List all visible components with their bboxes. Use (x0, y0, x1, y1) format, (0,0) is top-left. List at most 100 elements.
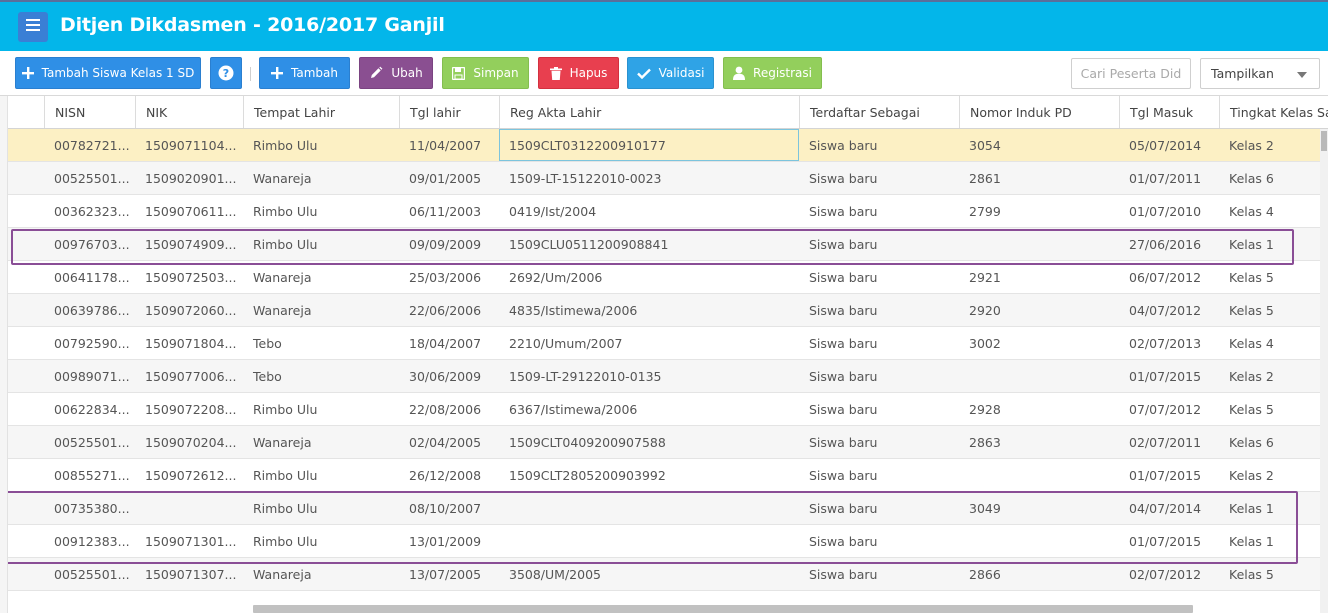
cell-tgl-masuk[interactable]: 02/07/2011 (1119, 426, 1219, 458)
table-row[interactable]: 00735380... Rimbo Ulu 08/10/2007 Siswa baru… (8, 492, 1320, 525)
cell-tgl-masuk[interactable]: 01/07/2015 (1119, 360, 1219, 392)
table-row[interactable]: 00976703... 1509074909... Rimbo Ulu 09/09/2… (8, 228, 1320, 261)
cell-nik[interactable]: 1509071301... (135, 525, 243, 557)
cell-nisn[interactable]: 00641178... (44, 261, 135, 293)
column-header-tgl-lahir[interactable]: Tgl lahir (399, 96, 499, 128)
cell-nisn[interactable]: 00622834... (44, 393, 135, 425)
cell-terdaftar-sebagai[interactable]: Siswa baru (799, 162, 959, 194)
cell-nisn[interactable]: 00855271... (44, 459, 135, 491)
column-header-nik[interactable]: NIK (135, 96, 243, 128)
cell-tgl-lahir[interactable]: 26/12/2008 (399, 459, 499, 491)
cell-tingkat-kelas[interactable]: Kelas 4 (1219, 195, 1328, 227)
cell-tgl-masuk[interactable]: 02/07/2013 (1119, 327, 1219, 359)
table-row[interactable]: 00639786... 1509072060... Wanareja 22/06/20… (8, 294, 1320, 327)
cell-terdaftar-sebagai[interactable]: Siswa baru (799, 360, 959, 392)
column-header-tingkat-kelas[interactable]: Tingkat Kelas Saa (1219, 96, 1328, 128)
cell-tgl-lahir[interactable]: 25/03/2006 (399, 261, 499, 293)
cell-tempat-lahir[interactable]: Rimbo Ulu (243, 492, 399, 524)
table-row[interactable]: 00525501... 1509071307... Wanareja 13/07/20… (8, 558, 1320, 591)
cell-terdaftar-sebagai[interactable]: Siswa baru (799, 426, 959, 458)
table-row[interactable]: 00525501... 1509020901... Wanareja 09/01/20… (8, 162, 1320, 195)
cell-terdaftar-sebagai[interactable]: Siswa baru (799, 525, 959, 557)
cell-nisn[interactable]: 00735380... (44, 492, 135, 524)
cell-tgl-masuk[interactable]: 02/07/2012 (1119, 558, 1219, 590)
cell-nik[interactable]: 1509071804... (135, 327, 243, 359)
table-row[interactable]: 00525501... 1509070204... Wanareja 02/04/20… (8, 426, 1320, 459)
cell-nik[interactable]: 1509077006... (135, 360, 243, 392)
cell-nomor-induk-pd[interactable]: 2863 (959, 426, 1119, 458)
cell-nik[interactable]: 1509020901... (135, 162, 243, 194)
display-select[interactable]: Tampilkan (1200, 58, 1320, 89)
delete-button[interactable]: Hapus (538, 57, 619, 89)
cell-nik[interactable]: 1509070204... (135, 426, 243, 458)
cell-tempat-lahir[interactable]: Wanareja (243, 261, 399, 293)
cell-terdaftar-sebagai[interactable]: Siswa baru (799, 558, 959, 590)
cell-nomor-induk-pd[interactable] (959, 525, 1119, 557)
table-row[interactable]: 00362323... 1509070611... Rimbo Ulu 06/11/2… (8, 195, 1320, 228)
cell-nisn[interactable]: 00989071... (44, 360, 135, 392)
cell-nomor-induk-pd[interactable]: 2866 (959, 558, 1119, 590)
cell-tingkat-kelas[interactable]: Kelas 6 (1219, 426, 1328, 458)
cell-terdaftar-sebagai[interactable]: Siswa baru (799, 327, 959, 359)
search-input[interactable]: Cari Peserta Did (1071, 58, 1191, 89)
table-row[interactable]: 00641178... 1509072503... Wanareja 25/03/20… (8, 261, 1320, 294)
table-row[interactable]: 00855271... 1509072612... Rimbo Ulu 26/12/2… (8, 459, 1320, 492)
cell-nomor-induk-pd[interactable] (959, 228, 1119, 260)
column-header-nomor-induk-pd[interactable]: Nomor Induk PD (959, 96, 1119, 128)
save-button[interactable]: Simpan (442, 57, 529, 89)
cell-nik[interactable]: 1509072208... (135, 393, 243, 425)
horizontal-scrollbar[interactable] (253, 605, 1193, 613)
cell-nomor-induk-pd[interactable] (959, 360, 1119, 392)
cell-tingkat-kelas[interactable]: Kelas 1 (1219, 228, 1328, 260)
cell-tgl-masuk[interactable]: 27/06/2016 (1119, 228, 1219, 260)
cell-terdaftar-sebagai[interactable]: Siswa baru (799, 492, 959, 524)
cell-tingkat-kelas[interactable]: Kelas 5 (1219, 393, 1328, 425)
cell-nik[interactable]: 1509070611... (135, 195, 243, 227)
cell-reg-akta-lahir[interactable]: 3508/UM/2005 (499, 558, 799, 590)
cell-tgl-lahir[interactable]: 09/09/2009 (399, 228, 499, 260)
cell-tempat-lahir[interactable]: Wanareja (243, 294, 399, 326)
column-header-nisn[interactable]: NISN (44, 96, 135, 128)
cell-tgl-masuk[interactable]: 01/07/2011 (1119, 162, 1219, 194)
cell-tingkat-kelas[interactable]: Kelas 6 (1219, 162, 1328, 194)
cell-nisn[interactable]: 00792590... (44, 327, 135, 359)
cell-tgl-lahir[interactable]: 08/10/2007 (399, 492, 499, 524)
cell-tgl-masuk[interactable]: 01/07/2010 (1119, 195, 1219, 227)
cell-tgl-masuk[interactable]: 07/07/2012 (1119, 393, 1219, 425)
hamburger-menu-button[interactable] (18, 12, 48, 42)
cell-tempat-lahir[interactable]: Rimbo Ulu (243, 459, 399, 491)
cell-nomor-induk-pd[interactable]: 3049 (959, 492, 1119, 524)
cell-tingkat-kelas[interactable]: Kelas 5 (1219, 261, 1328, 293)
cell-terdaftar-sebagai[interactable]: Siswa baru (799, 393, 959, 425)
cell-nisn[interactable]: 00782721... (44, 129, 135, 161)
cell-tingkat-kelas[interactable]: Kelas 1 (1219, 525, 1328, 557)
cell-terdaftar-sebagai[interactable]: Siswa baru (799, 195, 959, 227)
cell-tgl-lahir[interactable]: 06/11/2003 (399, 195, 499, 227)
cell-reg-akta-lahir[interactable]: 2692/Um/2006 (499, 261, 799, 293)
cell-tgl-masuk[interactable]: 01/07/2015 (1119, 525, 1219, 557)
cell-nik[interactable]: 1509072503... (135, 261, 243, 293)
cell-tgl-lahir[interactable]: 22/06/2006 (399, 294, 499, 326)
table-row[interactable]: 00622834... 1509072208... Rimbo Ulu 22/08/2… (8, 393, 1320, 426)
cell-tempat-lahir[interactable]: Rimbo Ulu (243, 129, 399, 161)
cell-tgl-lahir[interactable]: 22/08/2006 (399, 393, 499, 425)
cell-reg-akta-lahir[interactable]: 1509-LT-15122010-0023 (499, 162, 799, 194)
cell-nisn[interactable]: 00639786... (44, 294, 135, 326)
cell-tgl-masuk[interactable]: 04/07/2014 (1119, 492, 1219, 524)
cell-tgl-masuk[interactable]: 05/07/2014 (1119, 129, 1219, 161)
cell-tingkat-kelas[interactable]: Kelas 2 (1219, 360, 1328, 392)
cell-reg-akta-lahir[interactable]: 0419/Ist/2004 (499, 195, 799, 227)
cell-reg-akta-lahir[interactable]: 6367/Istimewa/2006 (499, 393, 799, 425)
cell-reg-akta-lahir[interactable]: 2210/Umum/2007 (499, 327, 799, 359)
cell-tgl-lahir[interactable]: 11/04/2007 (399, 129, 499, 161)
cell-tingkat-kelas[interactable]: Kelas 2 (1219, 129, 1328, 161)
cell-nomor-induk-pd[interactable]: 2928 (959, 393, 1119, 425)
column-header-tempat-lahir[interactable]: Tempat Lahir (243, 96, 399, 128)
cell-reg-akta-lahir[interactable]: 1509CLT2805200903992 (499, 459, 799, 491)
add-button[interactable]: Tambah (259, 57, 350, 89)
cell-tgl-lahir[interactable]: 09/01/2005 (399, 162, 499, 194)
cell-nomor-induk-pd[interactable]: 2799 (959, 195, 1119, 227)
cell-nik[interactable]: 1509072060... (135, 294, 243, 326)
cell-nisn[interactable]: 00525501... (44, 162, 135, 194)
cell-tempat-lahir[interactable]: Wanareja (243, 558, 399, 590)
